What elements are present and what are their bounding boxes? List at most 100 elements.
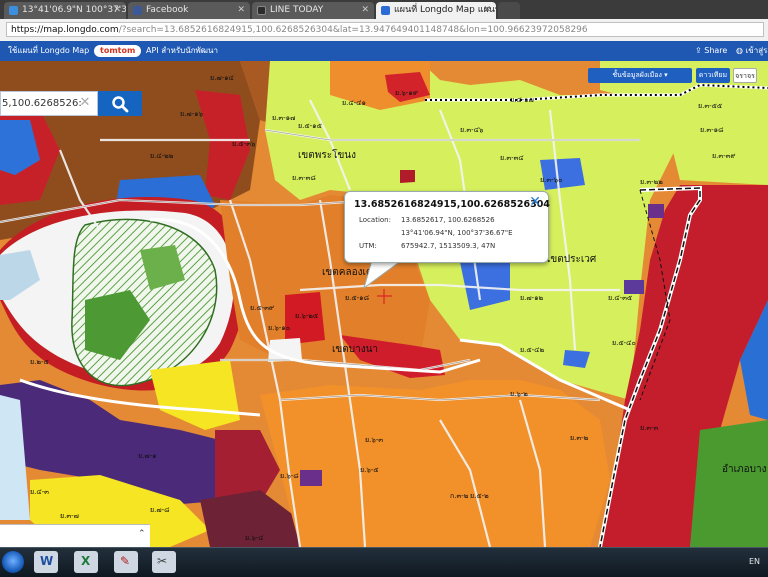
url-field[interactable]: https://map.longdo.com/?search=13.685261… <box>6 22 764 37</box>
svg-text:ย.๓-๕๕: ย.๓-๕๕ <box>698 102 722 110</box>
excel-icon[interactable]: X <box>74 551 98 573</box>
layer-dropdown[interactable]: ชั้นข้อมูลผังเมือง ▾ <box>588 68 692 83</box>
svg-text:ย.๓-๒: ย.๓-๒ <box>570 434 589 442</box>
location-label: Location: <box>359 216 391 224</box>
zone-purple-spot-3 <box>300 470 322 486</box>
dms-value: 13°41'06.94"N, 100°37'36.67"E <box>401 229 513 237</box>
search-button[interactable] <box>98 91 142 116</box>
zone-water-ne <box>540 158 585 190</box>
svg-text:ย.๓-๓๔: ย.๓-๓๔ <box>500 154 524 162</box>
svg-text:ย.๖-๔: ย.๖-๔ <box>245 534 264 542</box>
tab-coordinates[interactable]: 13°41'06.9"N 100°37'36... ✕ <box>4 2 126 19</box>
tab-longdo-map[interactable]: แผนที่ Longdo Map แผนที่... ✕ <box>376 2 496 19</box>
tab-label: LINE TODAY <box>270 5 324 15</box>
tomtom-logo[interactable]: tomtom <box>94 45 142 57</box>
satellite-button[interactable]: ดาวเทียม <box>696 68 730 83</box>
chevron-up-icon[interactable]: ⌃ <box>138 529 146 539</box>
utm-value: 675942.7, 1513509.3, 47N <box>401 242 496 250</box>
clear-search-icon[interactable]: ✕ <box>78 94 92 112</box>
svg-text:ย.๗-๘: ย.๗-๘ <box>150 506 170 514</box>
svg-text:ย.๕-๑๕: ย.๕-๑๕ <box>298 122 322 130</box>
map-notice-panel: ⌃ <box>0 524 150 549</box>
tab-label: Facebook <box>146 5 189 15</box>
line-favicon-icon <box>257 6 266 15</box>
tab-line-today[interactable]: LINE TODAY ✕ <box>252 2 374 19</box>
location-value: 13.6852617, 100.6268526 <box>401 216 495 224</box>
api-link[interactable]: API สำหรับนักพัฒนา <box>146 41 218 61</box>
share-button[interactable]: ⇪ Share <box>695 41 727 61</box>
svg-text:ย.๖-๒: ย.๖-๒ <box>510 390 528 398</box>
svg-text:ย.๕-๔๒: ย.๕-๔๒ <box>520 346 544 354</box>
svg-text:ย.๓-๓๘: ย.๓-๓๘ <box>292 174 316 182</box>
svg-text:ย.๖-๒๕: ย.๖-๒๕ <box>295 312 318 320</box>
svg-text:ย.๕-๓๙: ย.๕-๓๙ <box>250 304 274 312</box>
svg-text:ย.๓-๒๒: ย.๓-๒๒ <box>640 178 663 186</box>
site-header: ใช้แผนที่ Longdo Map tomtom API สำหรับนั… <box>0 41 768 61</box>
close-x-icon[interactable]: ✕ <box>529 194 541 210</box>
label-prawet: เขตประเวศ <box>547 254 597 265</box>
language-indicator[interactable]: EN <box>749 557 760 566</box>
traffic-label: จราจร <box>735 72 755 80</box>
svg-text:ย.๖-๘: ย.๖-๘ <box>280 472 299 480</box>
svg-text:ย.๔-๔๑: ย.๔-๔๑ <box>342 99 366 107</box>
svg-text:ย.๗-๑: ย.๗-๑ <box>138 452 157 460</box>
zone-purple-spot-1 <box>648 204 664 218</box>
svg-text:ย.๒-๕: ย.๒-๕ <box>30 358 49 366</box>
paint-icon[interactable]: ✂ <box>152 551 176 573</box>
svg-text:ย.๓-๓: ย.๓-๓ <box>640 424 659 432</box>
traffic-button[interactable]: จราจร <box>733 68 757 83</box>
new-tab-button[interactable] <box>498 2 520 19</box>
svg-text:ย.๕-๒: ย.๕-๒ <box>470 492 489 500</box>
svg-text:ย.๔-๓๕: ย.๔-๓๕ <box>608 294 632 302</box>
close-tab-icon[interactable]: ✕ <box>361 2 369 19</box>
start-orb-icon[interactable] <box>2 551 24 573</box>
svg-text:ก.๓-๒: ก.๓-๒ <box>450 492 469 500</box>
zone-orange-south <box>260 380 610 547</box>
signin-button[interactable]: ◍ เข้าสู่ระบบ <box>736 41 768 61</box>
tab-label: แผนที่ Longdo Map แผนที่... <box>394 5 496 15</box>
close-tab-icon[interactable]: ✕ <box>237 2 245 19</box>
zone-green-east <box>690 420 768 547</box>
address-bar: https://map.longdo.com/?search=13.685261… <box>0 19 768 42</box>
svg-text:ย.๔-๑๗: ย.๔-๑๗ <box>510 96 534 104</box>
longdo-favicon-icon <box>381 6 390 15</box>
site-link-longdo[interactable]: ใช้แผนที่ Longdo Map <box>8 41 89 61</box>
label-bang-na: เขตบางนา <box>332 344 378 355</box>
svg-text:ย.๖-๕: ย.๖-๕ <box>360 466 379 474</box>
zoning-map-graphic: เขตพระโขนง เขตประเวศ เขตคลองเตย เขตบางนา… <box>0 61 768 547</box>
user-icon: ◍ <box>736 46 743 55</box>
close-tab-icon[interactable]: ✕ <box>483 2 491 19</box>
chevron-down-icon: ▾ <box>664 71 668 79</box>
svg-text:ย.๔-๓: ย.๔-๓ <box>30 488 49 496</box>
zone-darkred-spot <box>400 170 415 183</box>
svg-text:ย.๓-๗: ย.๓-๗ <box>60 512 79 520</box>
zone-white-center <box>268 338 302 362</box>
svg-text:ย.๖-๑๙: ย.๖-๑๙ <box>395 89 418 97</box>
windows-taskbar: W X ✎ ✂ EN <box>0 547 768 577</box>
magnifier-icon <box>112 96 129 113</box>
svg-text:ย.๕-๓๖: ย.๕-๓๖ <box>232 140 256 148</box>
svg-text:ย.๗-๑๒: ย.๗-๑๒ <box>520 294 544 302</box>
browser-tab-bar: 13°41'06.9"N 100°37'36... ✕ Facebook ✕ L… <box>0 0 768 19</box>
map-canvas[interactable]: เขตพระโขนง เขตประเวศ เขตคลองเตย เขตบางนา… <box>0 61 768 547</box>
zone-purple-spot-2 <box>624 280 644 294</box>
layer-label: ชั้นข้อมูลผังเมือง <box>612 71 662 79</box>
url-path: /?search=13.6852616824915,100.6268526304… <box>118 25 588 35</box>
satellite-label: ดาวเทียม <box>698 71 728 79</box>
svg-text:ย.๗-๑๖: ย.๗-๑๖ <box>180 110 204 118</box>
coordinate-popup: 13.6852616824915,100.6268526304 ✕ Locati… <box>344 191 550 263</box>
svg-text:ย.๕-๔๐: ย.๕-๔๐ <box>612 339 636 347</box>
close-tab-icon[interactable]: ✕ <box>113 2 121 19</box>
utm-label: UTM: <box>359 242 377 250</box>
search-value: 5,100.6268526: <box>2 98 82 109</box>
svg-text:ย.๔-๒๒: ย.๔-๒๒ <box>150 152 174 160</box>
word-icon[interactable]: W <box>34 551 58 573</box>
tab-label: 13°41'06.9"N 100°37'36... <box>22 5 126 15</box>
svg-text:ย.๖-๑๐: ย.๖-๑๐ <box>268 324 290 332</box>
share-icon: ⇪ <box>695 46 702 55</box>
signin-label: เข้าสู่ระบบ <box>745 46 768 55</box>
tool-icon[interactable]: ✎ <box>114 551 138 573</box>
tab-facebook[interactable]: Facebook ✕ <box>128 2 250 19</box>
svg-text:ย.๓-๔๖: ย.๓-๔๖ <box>460 126 484 134</box>
svg-text:ย.๓-๑๘: ย.๓-๑๘ <box>700 126 723 134</box>
